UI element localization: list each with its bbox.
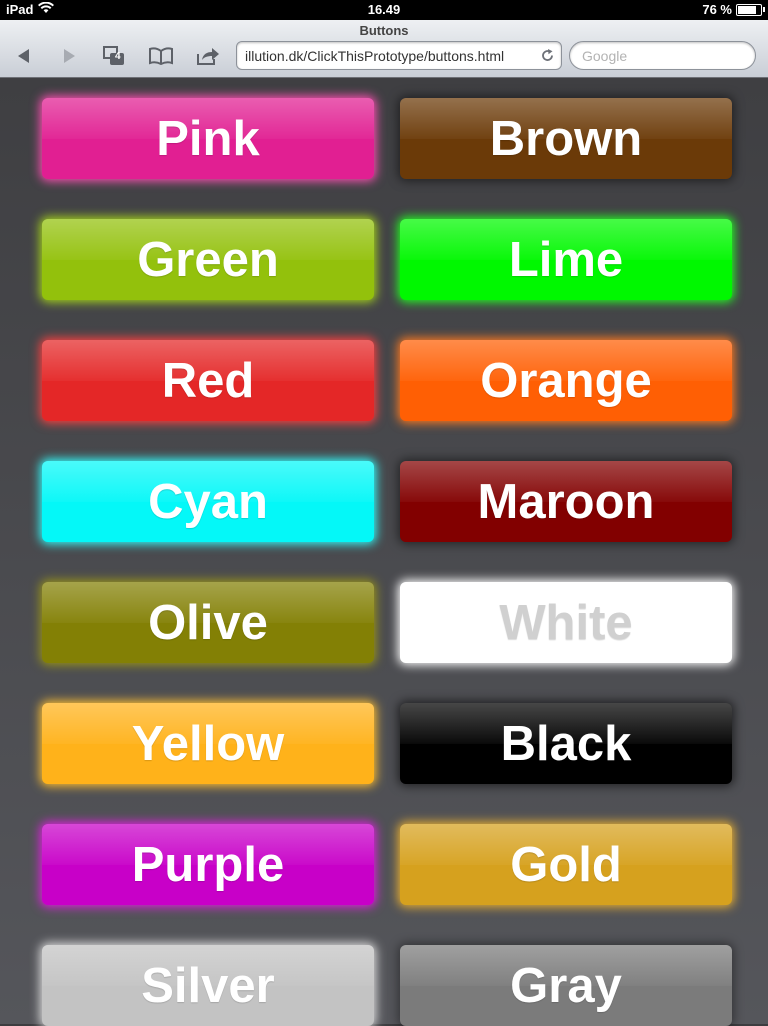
red-button-label: Red (161, 353, 255, 408)
red-button[interactable]: Red (42, 340, 374, 421)
tab-count: 4 (115, 51, 121, 62)
gray-button[interactable]: Gray (400, 945, 732, 1026)
olive-button-label: Olive (148, 595, 268, 650)
bookmarks-button[interactable] (147, 44, 175, 68)
silver-button[interactable]: Silver (42, 945, 374, 1026)
tabs-icon (103, 46, 124, 65)
battery-icon (736, 3, 765, 16)
page-title: Buttons (359, 23, 409, 38)
back-button[interactable] (10, 44, 38, 68)
maroon-button[interactable]: Maroon (400, 461, 732, 542)
brown-button[interactable]: Brown (400, 98, 732, 179)
purple-button-label: Purple (131, 837, 285, 892)
battery-status: 76 % (702, 2, 765, 17)
yellow-button[interactable]: Yellow (42, 703, 374, 784)
status-bar: iPad 16.49 76 % (0, 0, 768, 20)
green-button[interactable]: Green (42, 219, 374, 300)
battery-percent: 76 % (702, 2, 732, 17)
search-input[interactable] (569, 41, 756, 70)
browser-toolbar: Buttons 4 illution.dk/ClickThisPrototype… (0, 20, 768, 78)
address-bar[interactable]: illution.dk/ClickThisPrototype/buttons.h… (236, 41, 562, 70)
lime-button-label: Lime (508, 232, 624, 287)
pink-button-label: Pink (156, 111, 260, 166)
orange-button-label: Orange (480, 353, 652, 408)
black-button[interactable]: Black (400, 703, 732, 784)
orange-button[interactable]: Orange (400, 340, 732, 421)
reload-button[interactable] (540, 48, 555, 68)
gray-button-label: Gray (510, 958, 622, 1013)
cyan-button[interactable]: Cyan (42, 461, 374, 542)
gold-button-label: Gold (510, 837, 622, 892)
purple-button[interactable]: Purple (42, 824, 374, 905)
lime-button[interactable]: Lime (400, 219, 732, 300)
forward-arrow-icon (64, 49, 75, 63)
green-button-label: Green (137, 232, 279, 287)
reload-icon (542, 49, 553, 61)
olive-button[interactable]: Olive (42, 582, 374, 663)
yellow-button-label: Yellow (131, 716, 285, 771)
share-icon (197, 48, 219, 65)
brown-button-label: Brown (489, 111, 643, 166)
black-button-label: Black (500, 716, 632, 771)
url-text[interactable]: illution.dk/ClickThisPrototype/buttons.h… (245, 48, 504, 64)
bookmarks-book-icon (149, 47, 173, 65)
maroon-button-label: Maroon (477, 474, 655, 529)
forward-button[interactable] (55, 44, 83, 68)
gold-button[interactable]: Gold (400, 824, 732, 905)
back-arrow-icon (18, 49, 29, 63)
white-button[interactable]: White (400, 582, 732, 663)
pink-button[interactable]: Pink (42, 98, 374, 179)
cyan-button-label: Cyan (148, 474, 268, 529)
tabs-button[interactable]: 4 (100, 44, 128, 68)
white-button-label: White (499, 595, 633, 650)
silver-button-label: Silver (141, 958, 275, 1013)
color-button-grid: Pink Brown Green Lime Red Orange Cyan Ma… (42, 98, 732, 1026)
status-time: 16.49 (367, 2, 401, 17)
share-button[interactable] (194, 44, 222, 68)
